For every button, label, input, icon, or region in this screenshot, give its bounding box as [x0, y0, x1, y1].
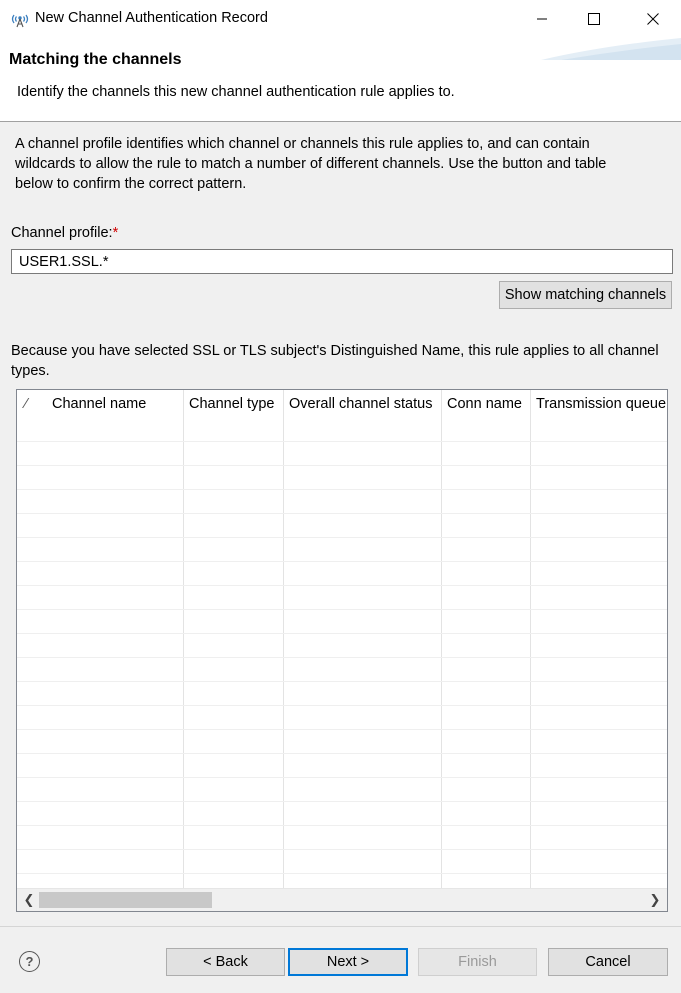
intro-line: wildcards to allow the rule to match a n… [15, 156, 607, 172]
cancel-button[interactable]: Cancel [548, 948, 668, 976]
table-row [17, 753, 667, 754]
sort-indicator[interactable]: ∕ [21, 390, 41, 426]
intro-line: below to confirm the correct pattern. [15, 176, 247, 192]
minimize-button[interactable] [519, 0, 565, 38]
table-row [17, 873, 667, 874]
mq-channel-icon [11, 14, 29, 28]
table-row [17, 537, 667, 538]
scroll-right-arrow-icon[interactable]: ❯ [645, 889, 665, 911]
note-line: Because you have selected SSL or TLS sub… [11, 343, 659, 359]
title-bar: New Channel Authentication Record [0, 0, 681, 38]
table-row [17, 513, 667, 514]
table-row [17, 657, 667, 658]
column-header-conn-name[interactable]: Conn name [441, 390, 530, 426]
table-row [17, 777, 667, 778]
minimize-icon [537, 18, 547, 20]
table-row [17, 585, 667, 586]
page-subtitle: Identify the channels this new channel a… [17, 84, 455, 100]
show-matching-channels-button[interactable]: Show matching channels [499, 281, 672, 309]
table-row [17, 633, 667, 634]
table-row [17, 801, 667, 802]
back-button[interactable]: < Back [166, 948, 285, 976]
table-row [17, 825, 667, 826]
column-header-transmission-queue[interactable]: Transmission queue [530, 390, 667, 426]
table-row [17, 609, 667, 610]
required-marker: * [112, 225, 119, 241]
page-title: Matching the channels [9, 51, 182, 68]
maximize-button[interactable] [571, 0, 617, 38]
maximize-icon [588, 13, 600, 25]
intro-line: A channel profile identifies which chann… [15, 136, 590, 152]
channel-types-note: Because you have selected SSL or TLS sub… [11, 341, 671, 381]
help-icon[interactable]: ? [19, 951, 40, 972]
table-row [17, 681, 667, 682]
note-line: types. [11, 363, 50, 379]
column-header-channel-name[interactable]: Channel name [46, 390, 183, 426]
footer-divider [0, 926, 681, 927]
table-row [17, 849, 667, 850]
table-row [17, 465, 667, 466]
table-row [17, 729, 667, 730]
scrollbar-thumb[interactable] [39, 892, 212, 908]
intro-text: A channel profile identifies which chann… [15, 134, 665, 194]
header-decoration [541, 38, 681, 60]
table-row [17, 561, 667, 562]
window-title: New Channel Authentication Record [35, 10, 268, 26]
horizontal-scrollbar[interactable]: ❮ ❯ [17, 888, 667, 911]
next-button[interactable]: Next > [288, 948, 408, 976]
table-header: ∕ Channel name Channel type Overall chan… [17, 390, 667, 426]
wizard-header: Matching the channels Identify the chann… [0, 38, 681, 122]
matching-channels-table[interactable]: ∕ Channel name Channel type Overall chan… [16, 389, 668, 912]
column-header-overall-status[interactable]: Overall channel status [283, 390, 441, 426]
table-row [17, 441, 667, 442]
finish-button: Finish [418, 948, 537, 976]
channel-profile-label: Channel profile:* [11, 225, 118, 241]
column-header-channel-type[interactable]: Channel type [183, 390, 283, 426]
channel-profile-input[interactable] [11, 249, 673, 274]
channel-profile-label-text: Channel profile: [11, 225, 113, 241]
table-row [17, 489, 667, 490]
close-icon [647, 13, 659, 25]
scroll-left-arrow-icon[interactable]: ❮ [19, 889, 39, 911]
table-row [17, 705, 667, 706]
close-button[interactable] [630, 0, 676, 38]
